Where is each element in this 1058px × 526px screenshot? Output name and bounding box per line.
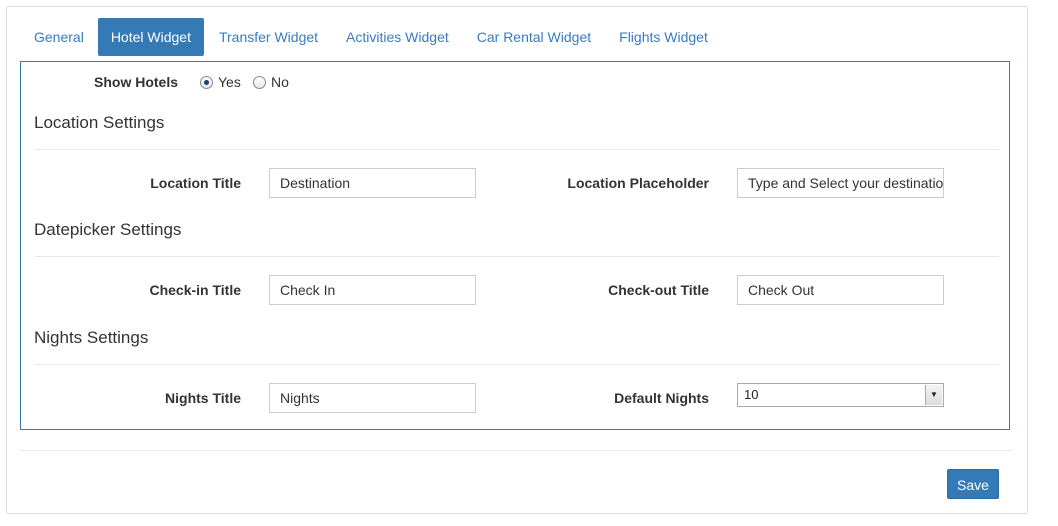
show-hotels-yes-option[interactable]: Yes: [200, 74, 241, 90]
checkin-title-input[interactable]: Check In: [269, 275, 476, 305]
tab-activities-widget[interactable]: Activities Widget: [332, 18, 463, 56]
tab-car-rental-widget[interactable]: Car Rental Widget: [463, 18, 605, 56]
divider: [35, 149, 999, 150]
nights-title-label: Nights Title: [165, 390, 241, 406]
checkout-title-label: Check-out Title: [608, 282, 709, 298]
hotel-widget-panel: Show Hotels Yes No Location Settings Loc…: [20, 61, 1010, 430]
datepicker-settings-heading: Datepicker Settings: [34, 220, 182, 239]
show-hotels-no-radio[interactable]: [253, 75, 266, 89]
tab-transfer-widget[interactable]: Transfer Widget: [205, 18, 332, 56]
show-hotels-no-option[interactable]: No: [253, 74, 289, 90]
chevron-down-icon[interactable]: ▼: [925, 385, 942, 405]
nights-title-input[interactable]: Nights: [269, 383, 476, 413]
tab-flights-widget[interactable]: Flights Widget: [605, 18, 722, 56]
nights-settings-heading: Nights Settings: [34, 328, 149, 347]
footer-divider: [20, 450, 1012, 451]
location-placeholder-label: Location Placeholder: [567, 175, 709, 191]
default-nights-select[interactable]: 10 ▼: [737, 383, 944, 407]
divider: [35, 256, 999, 257]
location-settings-heading: Location Settings: [34, 113, 165, 132]
show-hotels-label: Show Hotels: [94, 74, 179, 90]
show-hotels-no-label: No: [271, 74, 289, 90]
tab-general[interactable]: General: [20, 18, 98, 56]
default-nights-value: 10: [744, 387, 759, 402]
show-hotels-yes-label: Yes: [218, 74, 241, 90]
show-hotels-yes-radio[interactable]: [200, 75, 213, 89]
location-placeholder-input[interactable]: Type and Select your destination: [737, 168, 944, 198]
divider: [35, 364, 999, 365]
default-nights-label: Default Nights: [614, 390, 709, 406]
checkin-title-label: Check-in Title: [149, 282, 241, 298]
checkout-title-input[interactable]: Check Out: [737, 275, 944, 305]
location-title-label: Location Title: [150, 175, 241, 191]
location-title-input[interactable]: Destination: [269, 168, 476, 198]
widget-tabs: General Hotel Widget Transfer Widget Act…: [20, 18, 722, 58]
tab-hotel-widget[interactable]: Hotel Widget: [97, 18, 204, 56]
save-button[interactable]: Save: [947, 469, 999, 499]
